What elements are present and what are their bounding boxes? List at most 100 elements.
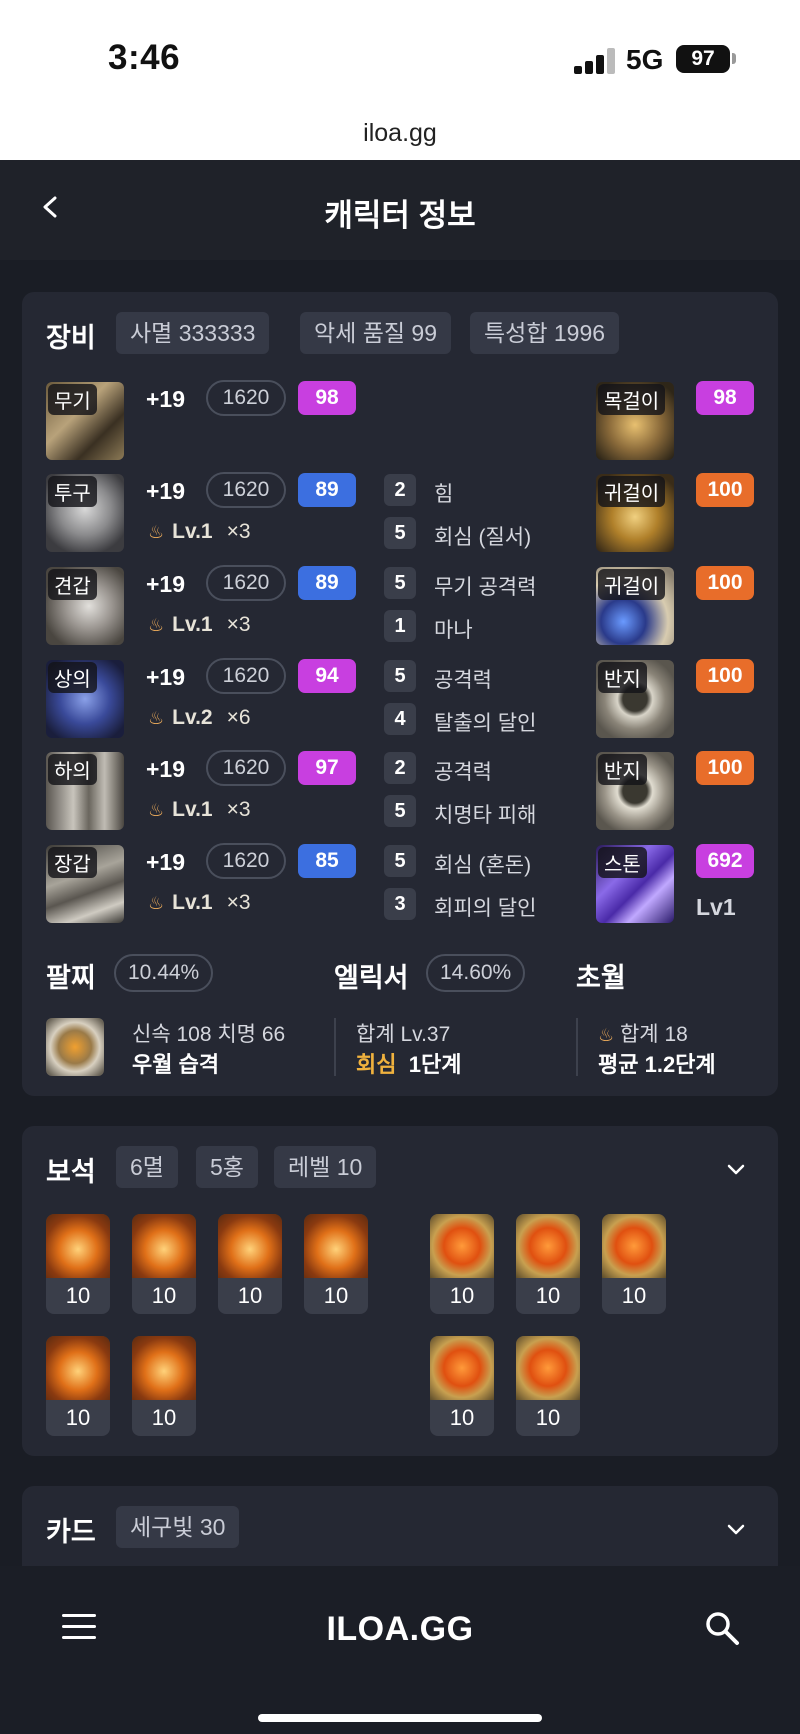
elixir-level: ♨ Lv.1 ×3: [148, 798, 251, 821]
gems-chip: 레벨 10: [274, 1146, 377, 1188]
engraving-name: 공격력: [434, 669, 492, 692]
armor-plus: +19: [146, 386, 186, 412]
chevron-down-icon[interactable]: [726, 1520, 746, 1540]
network-label: 5G: [626, 44, 664, 75]
armor-pants-thumb[interactable]: 하의: [46, 752, 124, 830]
armor-quality: 94: [298, 659, 356, 693]
accessory-quality: 692: [696, 844, 754, 878]
status-time: 3:46: [108, 38, 181, 77]
armor-chest-thumb[interactable]: 상의: [46, 660, 124, 738]
app-header: 캐릭터 정보: [0, 160, 800, 260]
armor-quality: 85: [298, 844, 356, 878]
gem-annihilation[interactable]: 10: [304, 1214, 368, 1314]
slot-label: 견갑: [48, 569, 97, 600]
gem-crimson[interactable]: 10: [516, 1336, 580, 1436]
engraving-name: 회피의 달인: [434, 897, 537, 920]
slot-label: 목걸이: [598, 384, 666, 415]
home-indicator[interactable]: [258, 1714, 542, 1722]
flame-icon: ♨: [148, 800, 165, 820]
armor-item-level: 1620: [206, 843, 286, 879]
gem-crimson[interactable]: 10: [430, 1336, 494, 1436]
transcend-average: 평균 1.2단계: [598, 1052, 716, 1077]
gem-annihilation[interactable]: 10: [46, 1214, 110, 1314]
accessory-quality: 98: [696, 381, 754, 415]
cards-chip: 세구빛 30: [116, 1506, 240, 1548]
armor-item-level: 1620: [206, 565, 286, 601]
gem-annihilation[interactable]: 10: [132, 1214, 196, 1314]
brand-logo[interactable]: ILOA.GG: [0, 1610, 800, 1649]
elixir-level: ♨ Lv.1 ×3: [148, 613, 251, 636]
engraving-name: 회심 (혼돈): [434, 854, 532, 877]
status-bar: 3:46 5G 97: [0, 0, 800, 110]
armor-plus: +19: [146, 664, 186, 690]
bracelet-thumb[interactable]: [46, 1018, 104, 1076]
armor-item-level: 1620: [206, 380, 286, 416]
accessory-quality: 100: [696, 751, 754, 785]
accessory-earring-thumb[interactable]: 귀걸이: [596, 474, 674, 552]
accessory-quality: 100: [696, 473, 754, 507]
slot-label: 반지: [598, 754, 647, 785]
elixir-effect-name: 회심: [356, 1052, 397, 1077]
gem-annihilation[interactable]: 10: [218, 1214, 282, 1314]
url-text[interactable]: iloa.gg: [0, 110, 800, 156]
armor-quality: 98: [298, 381, 356, 415]
engraving-name: 치명타 피해: [434, 804, 537, 827]
accessory-ring-thumb[interactable]: 반지: [596, 660, 674, 738]
elixir-effect: 회심 1단계: [356, 1047, 461, 1079]
engraving-level: 3: [384, 888, 416, 920]
gems-chip: 6멸: [116, 1146, 178, 1188]
elixir-title: 엘릭서: [334, 963, 409, 993]
engraving-level: 5: [384, 660, 416, 692]
accessory-necklace-thumb[interactable]: 목걸이: [596, 382, 674, 460]
search-icon[interactable]: [704, 1610, 740, 1646]
gem-annihilation[interactable]: 10: [46, 1336, 110, 1436]
gems-card: 보석 6멸 5홍 레벨 10 10 10 10 10 10 10 10 10 1…: [22, 1126, 778, 1456]
flame-icon: ♨: [598, 1025, 615, 1045]
bracelet-stats: 신속 108 치명 66: [132, 1023, 286, 1046]
armor-quality: 89: [298, 566, 356, 600]
elixir-level: ♨ Lv.2 ×6: [148, 706, 251, 729]
slot-label: 무기: [48, 384, 97, 415]
battery-tip: [732, 53, 736, 64]
accessory-stone-thumb[interactable]: 스톤: [596, 845, 674, 923]
armor-shoulder-thumb[interactable]: 견갑: [46, 567, 124, 645]
chevron-down-icon[interactable]: [726, 1160, 746, 1180]
engraving-level: 4: [384, 703, 416, 735]
equipment-chip: 특성합 1996: [470, 312, 620, 354]
elixir-level: ♨ Lv.1 ×3: [148, 520, 251, 543]
stone-level: Lv1: [696, 894, 736, 920]
gem-crimson[interactable]: 10: [602, 1214, 666, 1314]
flame-icon: ♨: [148, 708, 165, 728]
armor-weapon-thumb[interactable]: 무기: [46, 382, 124, 460]
url-bar[interactable]: iloa.gg: [0, 110, 800, 160]
accessory-earring-thumb[interactable]: 귀걸이: [596, 567, 674, 645]
armor-plus: +19: [146, 849, 186, 875]
engraving-level: 5: [384, 517, 416, 549]
gem-crimson[interactable]: 10: [430, 1214, 494, 1314]
equipment-card: 장비 사멸 333333 악세 품질 99 특성합 1996 무기 +19 16…: [22, 292, 778, 1096]
equipment-chip: 악세 품질 99: [300, 312, 452, 354]
equipment-chip: 사멸 333333: [116, 312, 270, 354]
armor-helmet-thumb[interactable]: 투구: [46, 474, 124, 552]
divider: [576, 1018, 578, 1076]
armor-item-level: 1620: [206, 750, 286, 786]
armor-plus: +19: [146, 756, 186, 782]
engraving-level: 2: [384, 474, 416, 506]
slot-label: 반지: [598, 662, 647, 693]
accessory-ring-thumb[interactable]: 반지: [596, 752, 674, 830]
gem-annihilation[interactable]: 10: [132, 1336, 196, 1436]
engraving-level: 5: [384, 845, 416, 877]
transcend-total: ♨ 합계 18: [598, 1023, 688, 1046]
armor-gloves-thumb[interactable]: 장갑: [46, 845, 124, 923]
slot-label: 하의: [48, 754, 97, 785]
armor-item-level: 1620: [206, 658, 286, 694]
elixir-total: 합계 Lv.37: [356, 1023, 451, 1046]
accessory-quality: 100: [696, 659, 754, 693]
slot-label: 스톤: [598, 847, 647, 878]
gems-chip: 5홍: [196, 1146, 258, 1188]
transcend-title: 초월: [576, 963, 626, 993]
engraving-name: 공격력: [434, 761, 492, 784]
elixir-level: ♨ Lv.1 ×3: [148, 891, 251, 914]
gem-crimson[interactable]: 10: [516, 1214, 580, 1314]
engraving-name: 회심 (질서): [434, 526, 532, 549]
